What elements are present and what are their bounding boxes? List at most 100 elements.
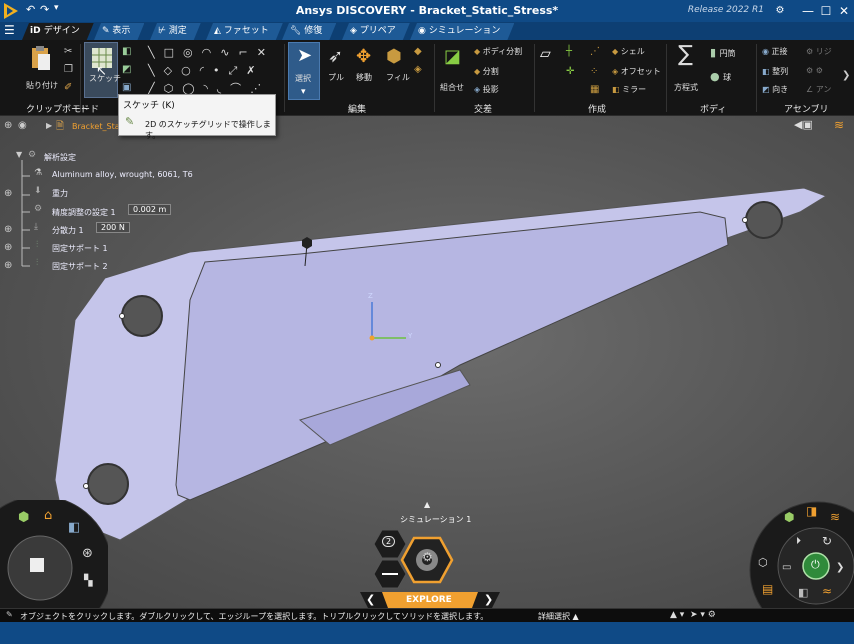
- power-icon[interactable]: ⏻: [811, 558, 820, 572]
- tree-item[interactable]: 解析設定: [44, 152, 76, 163]
- blend-icon[interactable]: ◆: [414, 46, 422, 57]
- explore-next-icon[interactable]: ❯: [484, 593, 493, 606]
- fill-icon[interactable]: ⬢: [386, 46, 402, 67]
- tab-prepare[interactable]: ◈ プリペア: [342, 23, 410, 40]
- section-mode-icon[interactable]: ◧: [122, 46, 131, 57]
- paste-icon[interactable]: [30, 44, 52, 72]
- point-icon[interactable]: ⋰: [590, 46, 600, 57]
- tree-item[interactable]: 固定サポート 2: [52, 261, 108, 272]
- hole-lower-left[interactable]: [87, 463, 129, 505]
- ribbon-scroll-right-icon[interactable]: ❯: [842, 70, 850, 81]
- tab-facet[interactable]: ◭ ファセット: [206, 23, 283, 40]
- pull-label[interactable]: プル: [328, 72, 344, 83]
- move-icon[interactable]: ✥: [356, 46, 371, 67]
- play-icon[interactable]: ⏵: [796, 536, 801, 547]
- checker-view-icon[interactable]: ▚: [84, 574, 92, 587]
- equation-label[interactable]: 方程式: [674, 82, 698, 93]
- rotated-rect-icon[interactable]: ◇: [164, 64, 181, 77]
- 3d-viewport[interactable]: Z Y ⊕ ◉ ▶ 🗎︎ Bracket_Sta ◀▣ ≋ ▼ ⚙ 解析設定 ⚗…: [0, 116, 854, 608]
- combine-icon[interactable]: ◪: [444, 46, 461, 67]
- copy-icon[interactable]: ❐: [64, 64, 73, 75]
- cut-icon[interactable]: ✂: [64, 46, 72, 57]
- hamburger-menu-icon[interactable]: ☰: [4, 23, 15, 37]
- grid-pattern-icon[interactable]: ▦: [590, 84, 599, 95]
- gear-assembly-icon[interactable]: ⚙ ⚙: [806, 66, 823, 75]
- origin-icon[interactable]: ✛: [566, 66, 574, 77]
- orient-button[interactable]: ◩ 向き: [762, 84, 788, 95]
- maximize-button[interactable]: ☐: [818, 3, 834, 19]
- combine-label[interactable]: 組合せ: [440, 82, 464, 93]
- target-icon[interactable]: ⊕: [4, 242, 12, 253]
- circle-tool-icon[interactable]: ◎: [183, 46, 202, 59]
- tangent-button[interactable]: ◉ 正接: [762, 46, 788, 57]
- tree-item[interactable]: 精度調整の設定 1: [52, 207, 116, 218]
- expand-up-icon[interactable]: ▲: [424, 500, 430, 509]
- target-icon[interactable]: ⊕: [4, 224, 12, 235]
- hole-upper-left[interactable]: [121, 295, 163, 337]
- collapse-arrow-icon[interactable]: ▼: [16, 150, 22, 159]
- cube-icon[interactable]: ◧: [798, 586, 808, 599]
- tab-design[interactable]: iD デザイン: [22, 23, 94, 40]
- pattern-icon[interactable]: ⁘: [590, 66, 598, 77]
- shell-button[interactable]: ◆ シェル: [612, 46, 645, 57]
- tree-root-label[interactable]: Bracket_Sta: [72, 122, 120, 131]
- rectangle-tool-icon[interactable]: □: [164, 46, 183, 59]
- chart-view-icon[interactable]: ▤: [762, 582, 773, 596]
- refinement-value[interactable]: 0.002 m: [128, 204, 172, 215]
- trim-tool-icon[interactable]: ✕: [257, 46, 275, 59]
- project-button[interactable]: ◈ 投影: [474, 84, 499, 95]
- wave-icon[interactable]: ≈: [822, 584, 832, 598]
- tree-item[interactable]: 分散力 1: [52, 225, 84, 236]
- pull-mode-icon[interactable]: ◩: [122, 64, 131, 75]
- axis-icon[interactable]: ┼: [566, 46, 572, 57]
- target-icon[interactable]: ⊕: [4, 260, 12, 271]
- pull-icon[interactable]: ➶: [328, 46, 343, 67]
- panel-toggle-icon[interactable]: ◀▣: [794, 118, 813, 131]
- monitor-icon[interactable]: ≋: [830, 510, 840, 524]
- orbit-view-icon[interactable]: ⊛: [82, 546, 93, 561]
- cylinder-button[interactable]: ▮ 円筒: [710, 46, 736, 59]
- next-icon[interactable]: ❯: [836, 562, 844, 573]
- iso-view-icon[interactable]: ⌂: [44, 508, 52, 523]
- detail-select-dropdown[interactable]: 詳細選択 ▲: [538, 611, 579, 622]
- explore-label[interactable]: EXPLORE: [406, 595, 452, 605]
- explore-prev-icon[interactable]: ❮: [366, 593, 375, 606]
- tree-item[interactable]: Aluminum alloy, wrought, 6061, T6: [52, 170, 193, 179]
- rigid-button[interactable]: ⚙ リジ: [806, 46, 832, 57]
- select-tool-button[interactable]: ➤ 選択 ▾: [288, 42, 320, 100]
- hole-right[interactable]: [745, 201, 783, 239]
- replace-icon[interactable]: ◈: [414, 64, 422, 75]
- format-paint-icon[interactable]: ✐: [64, 82, 72, 93]
- sphere-button[interactable]: ● 球: [710, 70, 731, 83]
- force-value[interactable]: 200 N: [96, 222, 130, 233]
- tangent-line-icon[interactable]: ╲: [148, 64, 164, 77]
- arc-tool-icon[interactable]: ◠: [202, 46, 221, 59]
- move-label[interactable]: 移動: [356, 72, 372, 83]
- close-button[interactable]: ✕: [836, 3, 852, 19]
- paste-label[interactable]: 貼り付け: [26, 80, 58, 91]
- tab-display[interactable]: ✎ 表示: [94, 23, 144, 40]
- mesh-icon[interactable]: ⬡: [758, 556, 768, 569]
- tree-item[interactable]: 重力: [52, 188, 68, 199]
- line-tool-icon[interactable]: ╲: [148, 46, 164, 59]
- offset-curve-icon[interactable]: ⤢: [228, 64, 246, 77]
- split-body-button[interactable]: ◆ ボディ分割: [474, 46, 522, 57]
- ellipse-tool-icon[interactable]: ○: [181, 64, 200, 77]
- material-view-icon[interactable]: ⬢: [784, 510, 794, 524]
- tab-measure[interactable]: ⊬ 測定: [150, 23, 201, 40]
- status-toolbar-icons[interactable]: ▲ ▾ ➤ ▾ ⚙: [670, 610, 716, 620]
- results-view-icon[interactable]: ◨: [806, 504, 817, 518]
- settings-icon[interactable]: ⚙: [772, 3, 788, 19]
- split-button[interactable]: ◆ 分割: [474, 66, 499, 77]
- home-view-icon[interactable]: ⬢: [18, 510, 29, 525]
- eye-icon[interactable]: ◉: [18, 120, 27, 131]
- sweep-arc-icon[interactable]: ◜: [200, 64, 213, 77]
- 3d-mode-icon[interactable]: ▣: [122, 82, 131, 93]
- simulation-hex-widget[interactable]: [372, 524, 466, 594]
- offset-button[interactable]: ◈ オフセット: [612, 66, 661, 77]
- equation-icon[interactable]: ∑: [678, 42, 693, 67]
- point-tool-icon[interactable]: •: [213, 64, 229, 77]
- explore-bar[interactable]: ❮ EXPLORE ❯: [360, 592, 500, 608]
- expand-arrow-icon[interactable]: ▶: [46, 121, 52, 130]
- plane-icon[interactable]: ▱: [540, 46, 551, 62]
